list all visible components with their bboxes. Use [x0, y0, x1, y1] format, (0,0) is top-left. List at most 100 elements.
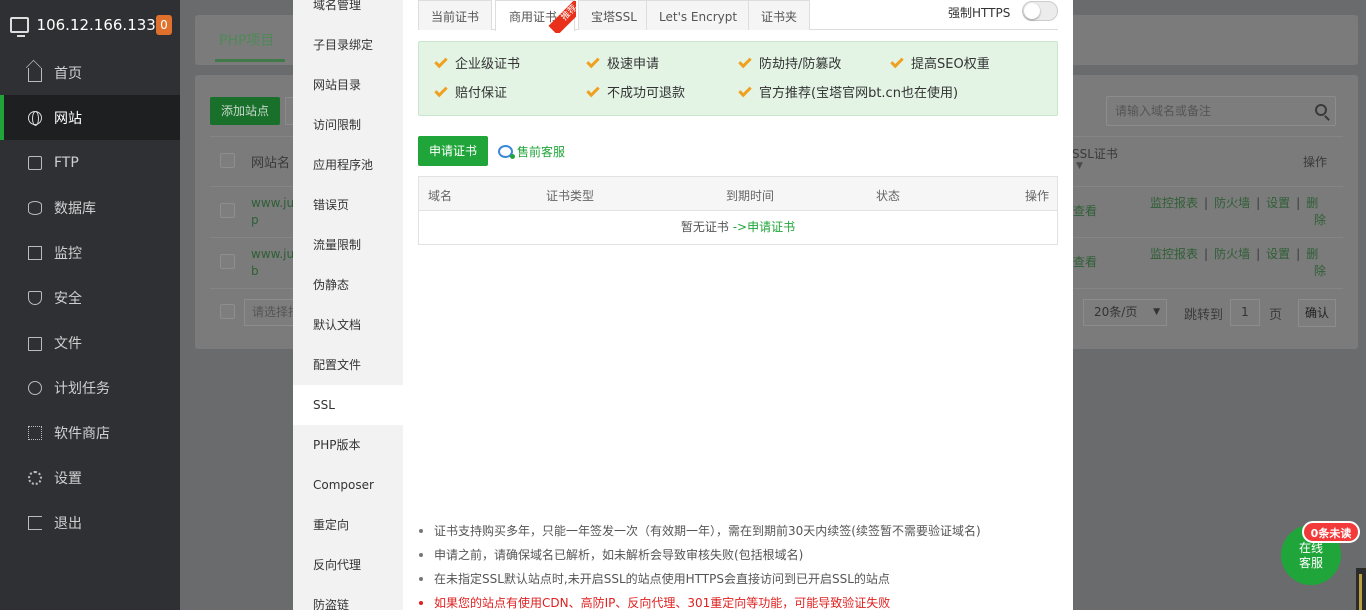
- menu-item-error-page[interactable]: 错误页: [293, 185, 403, 225]
- presale-service-link[interactable]: 售前客服: [498, 143, 565, 160]
- unread-badge[interactable]: 0条未读: [1302, 521, 1360, 543]
- sidebar-item-security[interactable]: 安全: [0, 275, 180, 320]
- notification-badge[interactable]: 0: [155, 15, 172, 35]
- tab-lets-encrypt[interactable]: Let's Encrypt: [646, 0, 751, 30]
- tab-php-project[interactable]: PHP项目: [214, 30, 286, 62]
- logout-icon: [28, 515, 42, 530]
- monitor-icon: [28, 245, 42, 260]
- column-header-ssl[interactable]: SSL证书: [1072, 145, 1118, 162]
- sidebar-item-cron[interactable]: 计划任务: [0, 365, 180, 410]
- menu-item-subdir[interactable]: 子目录绑定: [293, 25, 403, 65]
- tab-current-cert[interactable]: 当前证书: [418, 0, 493, 30]
- menu-item-config[interactable]: 配置文件: [293, 345, 403, 385]
- table-divider: [1073, 288, 1343, 289]
- batch-checkbox[interactable]: [220, 304, 235, 319]
- settings-link[interactable]: 设置: [1266, 247, 1290, 261]
- shield-icon: [28, 290, 42, 305]
- tab-cert-folder[interactable]: 证书夹: [748, 0, 811, 30]
- feature-item: 极速申请: [586, 54, 659, 74]
- grid-icon: [28, 425, 42, 440]
- table-divider: [210, 288, 294, 289]
- recommend-ribbon: 推荐: [544, 1, 576, 33]
- ssl-view-link[interactable]: 查看: [1073, 254, 1097, 271]
- menu-item-composer[interactable]: Composer: [293, 465, 403, 505]
- row-checkbox[interactable]: [220, 203, 235, 218]
- menu-item-traffic-limit[interactable]: 流量限制: [293, 225, 403, 265]
- apply-cert-button[interactable]: 申请证书: [418, 136, 488, 166]
- check-icon: [434, 83, 448, 98]
- delete-link-wrap[interactable]: 除: [1314, 263, 1326, 280]
- note-item: 证书支持购买多年，只能一年签发一次（有效期一年），需在到期前30天内续签(续签暂…: [418, 519, 1058, 543]
- menu-item-rewrite[interactable]: 伪静态: [293, 265, 403, 305]
- sort-down-icon[interactable]: ▼: [1076, 161, 1083, 171]
- menu-item-ssl[interactable]: SSL: [293, 385, 403, 425]
- menu-item-access-limit[interactable]: 访问限制: [293, 105, 403, 145]
- site-name-link[interactable]: www.ju: p: [251, 195, 298, 229]
- check-icon: [738, 54, 752, 69]
- force-https-toggle[interactable]: [1022, 1, 1058, 21]
- delete-link[interactable]: 删: [1306, 196, 1318, 210]
- menu-item-reverse-proxy[interactable]: 反向代理: [293, 545, 403, 585]
- menu-item-app-pool[interactable]: 应用程序池: [293, 145, 403, 185]
- scrollbar[interactable]: [1356, 568, 1366, 610]
- apply-cert-link[interactable]: ->申请证书: [733, 220, 795, 234]
- feature-box: 企业级证书 极速申请 防劫持/防篡改 提高SEO权重 赔付保证 不成功可退款 官…: [418, 41, 1058, 116]
- menu-item-hotlink[interactable]: 防盗链: [293, 585, 403, 610]
- batch-action-select[interactable]: 请选择批: [244, 299, 294, 326]
- sidebar: 106.12.166.133 0 首页 网站 FTP 数据库 监控 安全 文件 …: [0, 0, 180, 610]
- feature-item: 企业级证书: [434, 54, 520, 74]
- feature-item: 防劫持/防篡改: [738, 54, 841, 74]
- firewall-link[interactable]: 防火墙: [1214, 196, 1250, 210]
- delete-link[interactable]: 删: [1306, 247, 1318, 261]
- delete-link-wrap[interactable]: 除: [1314, 212, 1326, 229]
- firewall-link[interactable]: 防火墙: [1214, 247, 1250, 261]
- sidebar-item-home[interactable]: 首页: [0, 50, 180, 95]
- check-icon: [586, 83, 600, 98]
- folder-icon: [28, 336, 42, 351]
- menu-item-site-dir[interactable]: 网站目录: [293, 65, 403, 105]
- sidebar-item-store[interactable]: 软件商店: [0, 410, 180, 455]
- th-domain: 域名: [428, 189, 453, 203]
- page-confirm-button[interactable]: 确认: [1298, 299, 1336, 327]
- monitor-report-link[interactable]: 监控报表: [1150, 196, 1198, 210]
- page-size-select[interactable]: 20条/页: [1083, 299, 1167, 326]
- select-all-checkbox[interactable]: [220, 153, 235, 168]
- monitor-icon: [10, 17, 29, 37]
- tab-commercial-cert[interactable]: 商用证书 推荐: [495, 0, 576, 33]
- menu-item-domain[interactable]: 域名管理: [293, 0, 403, 25]
- column-header-site-name: 网站名: [251, 156, 291, 171]
- database-icon: [28, 200, 42, 215]
- menu-item-redirect[interactable]: 重定向: [293, 505, 403, 545]
- sidebar-item-files[interactable]: 文件: [0, 320, 180, 365]
- force-https-label: 强制HTTPS: [948, 6, 1011, 20]
- page-number-input[interactable]: 1: [1230, 299, 1260, 326]
- home-icon: [28, 67, 42, 82]
- cert-table-header: 域名 证书类型 到期时间 状态 操作: [419, 177, 1057, 211]
- sidebar-item-logout[interactable]: 退出: [0, 500, 180, 545]
- column-header-ops: 操作: [1303, 155, 1328, 169]
- menu-item-php-version[interactable]: PHP版本: [293, 425, 403, 465]
- search-icon[interactable]: [1315, 104, 1327, 116]
- add-site-button[interactable]: 添加站点: [210, 97, 280, 125]
- th-status: 状态: [876, 189, 901, 203]
- monitor-report-link[interactable]: 监控报表: [1150, 247, 1198, 261]
- site-name-link[interactable]: www.ju: b: [251, 246, 298, 280]
- table-divider: [1073, 136, 1343, 137]
- server-ip: 106.12.166.133: [36, 16, 156, 34]
- th-cert-type: 证书类型: [546, 189, 595, 203]
- sidebar-item-website[interactable]: 网站: [0, 95, 180, 140]
- menu-item-default-doc[interactable]: 默认文档: [293, 305, 403, 345]
- sidebar-item-database[interactable]: 数据库: [0, 185, 180, 230]
- sidebar-item-monitor[interactable]: 监控: [0, 230, 180, 275]
- note-item: 申请之前，请确保域名已解析，如未解析会导致审核失败(包括根域名): [418, 543, 1058, 567]
- sidebar-item-ftp[interactable]: FTP: [0, 140, 180, 185]
- row-checkbox[interactable]: [220, 254, 235, 269]
- row-actions: 监控报表 | 防火墙 | 设置 | 删: [1150, 247, 1319, 261]
- ssl-view-link[interactable]: 查看: [1073, 203, 1097, 220]
- sidebar-item-settings[interactable]: 设置: [0, 455, 180, 500]
- table-divider: [1073, 186, 1343, 187]
- settings-link[interactable]: 设置: [1266, 196, 1290, 210]
- tab-bt-ssl[interactable]: 宝塔SSL: [578, 0, 650, 30]
- ftp-icon: [28, 155, 42, 170]
- site-search-input[interactable]: 请输入域名或备注: [1106, 96, 1336, 126]
